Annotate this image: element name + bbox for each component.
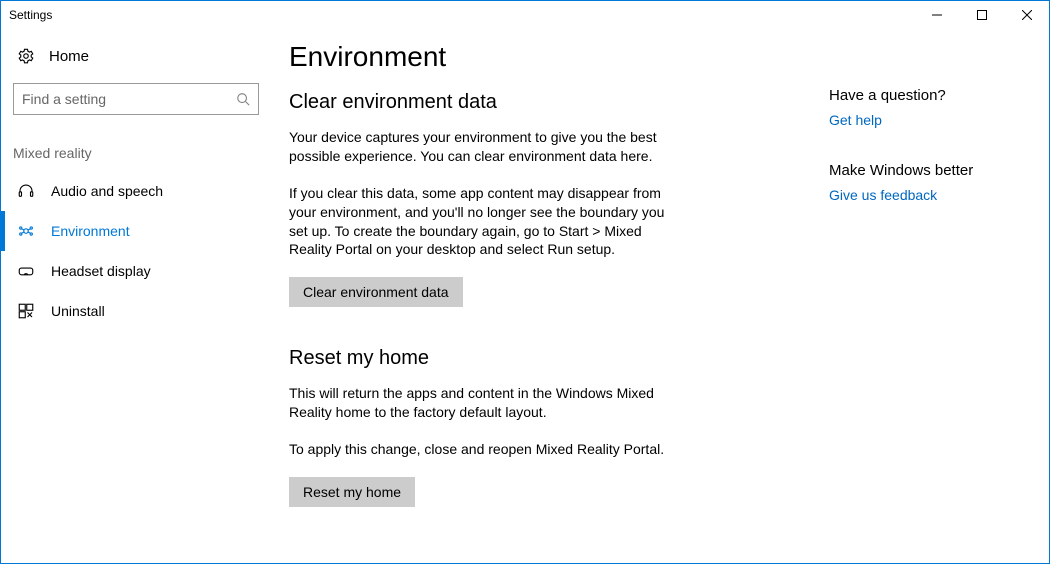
sidebar-nav: Audio and speech Environment — [1, 171, 271, 331]
vr-headset-icon — [17, 262, 35, 280]
section-title-reset: Reset my home — [289, 347, 809, 370]
sidebar: Home Mixed reality Audio and speech — [1, 29, 271, 563]
get-help-link[interactable]: Get help — [829, 112, 882, 128]
sidebar-item-headset-display[interactable]: Headset display — [1, 251, 271, 291]
window-title: Settings — [9, 8, 52, 22]
sidebar-item-label: Headset display — [51, 263, 151, 279]
rail-question-title: Have a question? — [829, 87, 1037, 104]
sidebar-item-label: Audio and speech — [51, 183, 163, 199]
uninstall-icon — [17, 302, 35, 320]
right-rail: Have a question? Get help Make Windows b… — [809, 41, 1037, 563]
close-icon — [1022, 10, 1032, 20]
section-paragraph: To apply this change, close and reopen M… — [289, 440, 669, 459]
home-label: Home — [49, 48, 89, 65]
sidebar-item-uninstall[interactable]: Uninstall — [1, 291, 271, 331]
home-link[interactable]: Home — [13, 39, 259, 83]
rail-improve-title: Make Windows better — [829, 162, 1037, 179]
titlebar: Settings — [1, 1, 1049, 29]
headset-icon — [17, 182, 35, 200]
close-button[interactable] — [1004, 1, 1049, 29]
sidebar-item-environment[interactable]: Environment — [1, 211, 271, 251]
clear-environment-button[interactable]: Clear environment data — [289, 277, 463, 307]
sidebar-item-audio-speech[interactable]: Audio and speech — [1, 171, 271, 211]
sidebar-item-label: Uninstall — [51, 303, 105, 319]
search-box[interactable] — [13, 83, 259, 115]
maximize-icon — [977, 10, 987, 20]
minimize-icon — [932, 10, 942, 20]
page-title: Environment — [289, 41, 809, 73]
minimize-button[interactable] — [914, 1, 959, 29]
feedback-link[interactable]: Give us feedback — [829, 187, 937, 203]
content: Environment Clear environment data Your … — [289, 41, 809, 563]
sidebar-item-label: Environment — [51, 223, 130, 239]
section-title-clear: Clear environment data — [289, 91, 809, 114]
environment-icon — [17, 222, 35, 240]
reset-home-button[interactable]: Reset my home — [289, 477, 415, 507]
gear-icon — [17, 47, 35, 65]
search-input[interactable] — [22, 91, 236, 107]
maximize-button[interactable] — [959, 1, 1004, 29]
window-controls — [914, 1, 1049, 29]
section-paragraph: If you clear this data, some app content… — [289, 184, 669, 260]
section-paragraph: This will return the apps and content in… — [289, 384, 669, 422]
search-icon — [236, 92, 250, 106]
sidebar-section-label: Mixed reality — [13, 115, 259, 171]
section-paragraph: Your device captures your environment to… — [289, 128, 669, 166]
